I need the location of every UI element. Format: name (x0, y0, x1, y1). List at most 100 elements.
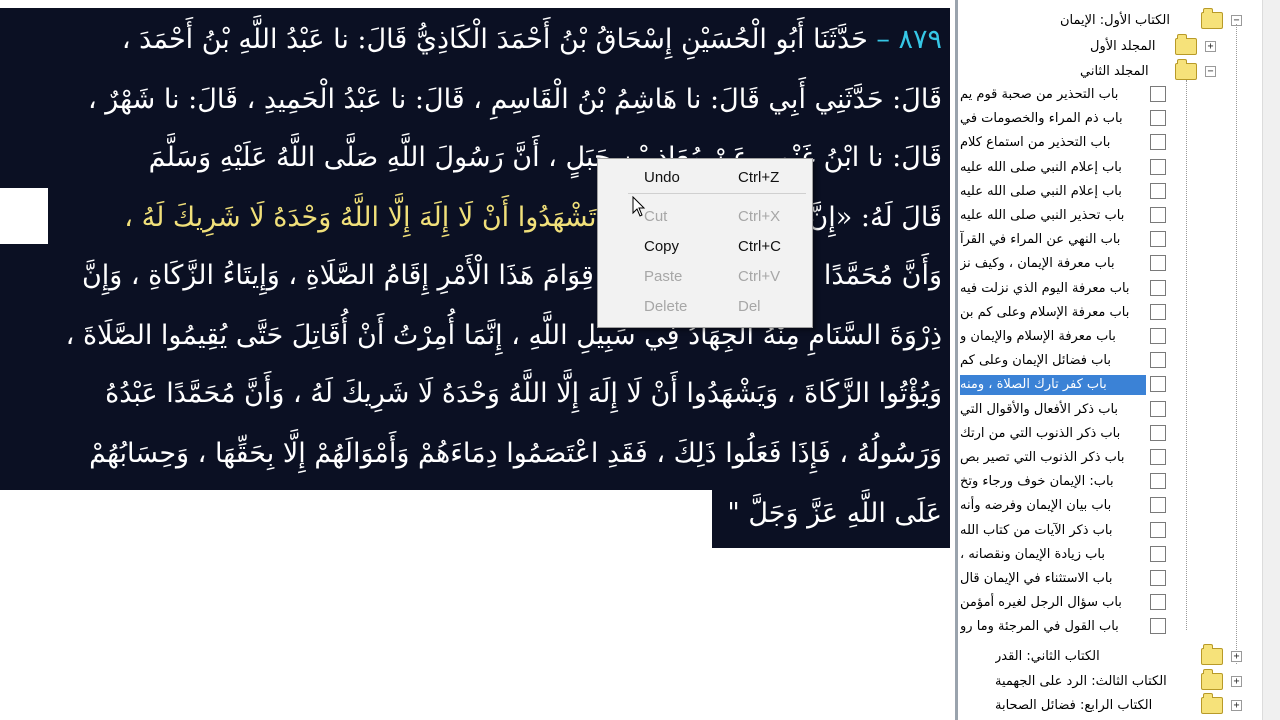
chapter-checkbox[interactable] (1150, 231, 1166, 248)
delete-menu-item[interactable]: Delete Del (598, 294, 812, 320)
tree-chapter-item[interactable]: باب معرفة الإيمان ، وكيف نز (955, 253, 1262, 275)
folder-icon (1201, 693, 1223, 714)
paste-shortcut: Ctrl+V (738, 268, 781, 285)
chapter-checkbox[interactable] (1150, 158, 1166, 175)
tree-chapter-item[interactable]: باب النهي عن المراء في القرآ (955, 229, 1262, 251)
tree-chapter-item[interactable]: باب الاستثناء في الإيمان قال (955, 568, 1262, 590)
hadith-text: قَالَ: حَدَّثَنِي أَبِي قَالَ: نا هَاشِم… (87, 84, 942, 115)
chapter-checkbox[interactable] (1150, 352, 1166, 369)
tree-volume-2[interactable]: المجلد الثاني − (955, 59, 1262, 83)
tree-chapter-label: باب ذم المراء والخصومات في (960, 111, 1123, 127)
cut-label: Cut (644, 208, 668, 225)
hadith-line: عَلَى اللَّهِ عَزَّ وَجَلَّ " (712, 486, 942, 542)
chapter-checkbox[interactable] (1150, 618, 1166, 635)
expand-icon[interactable]: + (1231, 651, 1242, 662)
hadith-text: عَلَى اللَّهِ عَزَّ وَجَلَّ " (727, 498, 942, 529)
tree-chapter-label: باب فضائل الإيمان وعلى كم (960, 353, 1111, 369)
tree-book-1-label: الكتاب الأول: الإيمان (1060, 13, 1170, 28)
undo-menu-item[interactable]: Undo Ctrl+Z (598, 165, 812, 191)
paste-menu-item[interactable]: Paste Ctrl+V (598, 264, 812, 290)
tree-volume-2-label: المجلد الثاني (1080, 64, 1149, 79)
tree-chapter-label: باب ذكر الأفعال والأقوال التي (960, 401, 1119, 417)
tree-chapter-item[interactable]: باب تحذير النبي صلى الله عليه (955, 205, 1262, 227)
chapter-checkbox[interactable] (1150, 279, 1166, 296)
tree-chapter-item[interactable]: باب التحذير من استماع كلام (955, 132, 1262, 154)
copy-label: Copy (644, 238, 680, 255)
tree-book-1[interactable]: الكتاب الأول: الإيمان − (955, 8, 1262, 32)
tree-book-3-label: الكتاب الثالث: الرد على الجهمية (995, 673, 1167, 689)
tree-chapter-item[interactable]: باب ذكر الآيات من كتاب الله (955, 520, 1262, 542)
tree-chapter-item[interactable]: باب معرفة اليوم الذي نزلت فيه (955, 278, 1262, 300)
hadith-line: وَرَسُولُهُ ، فَإِذَا فَعَلُوا ذَلِكَ ، … (8, 426, 942, 482)
hadith-line: قَالَ: حَدَّثَنِي أَبِي قَالَ: نا هَاشِم… (8, 72, 942, 128)
tree-book-4-label: الكتاب الرابع: فضائل الصحابة (995, 698, 1153, 713)
tree-chapter-label: باب معرفة اليوم الذي نزلت فيه (960, 280, 1130, 296)
hadith-text: وَرَسُولُهُ ، فَإِذَا فَعَلُوا ذَلِكَ ، … (89, 438, 942, 469)
tree-book-4[interactable]: الكتاب الرابع: فضائل الصحابة + (955, 693, 1262, 717)
tree-chapter-label: باب التحذير من استماع كلام (960, 135, 1111, 151)
chapter-checkbox[interactable] (1150, 207, 1166, 223)
tree-chapter-label: باب بيان الإيمان وفرضه وأنه (960, 498, 1112, 514)
tree-chapter-item[interactable]: باب ذم المراء والخصومات في (955, 108, 1262, 130)
tree-scrollbar[interactable] (1262, 0, 1280, 720)
tree-chapter-item[interactable]: باب إعلام النبي صلى الله عليه (955, 181, 1262, 203)
copy-menu-item[interactable]: Copy Ctrl+C (598, 234, 812, 260)
tree-chapter-item[interactable]: باب القول في المرجئة وما رو (955, 616, 1262, 638)
paste-label: Paste (644, 268, 683, 285)
tree-chapter-item[interactable]: باب معرفة الإسلام والإيمان و (955, 326, 1262, 348)
chapter-checkbox[interactable] (1150, 545, 1166, 562)
tree-volume-1-label: المجلد الأول (1090, 39, 1156, 54)
hadith-line: وَيُؤْتُوا الزَّكَاةَ ، وَيَشْهَدُوا أَن… (8, 366, 942, 422)
chapter-checkbox[interactable] (1150, 521, 1166, 538)
chapter-checkbox[interactable] (1150, 255, 1166, 272)
tree-book-2[interactable]: الكتاب الثاني: القدر + (955, 644, 1262, 668)
expand-icon[interactable]: + (1231, 675, 1242, 687)
hadith-text-pane[interactable]: ٨٧٩ – حَدَّثَنَا أَبُو الْحُسَيْنِ إِسْح… (0, 0, 950, 720)
chapter-checkbox[interactable] (1150, 424, 1166, 441)
expand-icon[interactable]: + (1205, 41, 1216, 52)
chapter-checkbox[interactable] (1150, 570, 1166, 586)
expand-icon[interactable]: + (1231, 700, 1242, 711)
tree-chapter-item[interactable]: باب معرفة الإسلام وعلى كم بن (955, 302, 1262, 324)
chapter-checkbox[interactable] (1150, 497, 1166, 514)
chapter-checkbox[interactable] (1150, 86, 1166, 102)
tree-chapter-item[interactable]: باب فضائل الإيمان وعلى كم (955, 350, 1262, 372)
tree-chapter-item[interactable]: باب التحذير من صحبة قوم يم (955, 84, 1262, 106)
folder-icon (1175, 34, 1197, 55)
tree-chapter-label: باب سؤال الرجل لغيره أمؤمن (960, 595, 1122, 611)
chapter-checkbox[interactable] (1150, 594, 1166, 611)
menu-separator (628, 193, 806, 194)
chapter-checkbox[interactable] (1150, 328, 1166, 344)
hadith-text: حَدَّثَنَا أَبُو الْحُسَيْنِ إِسْحَاقُ ب… (121, 24, 877, 55)
chapter-checkbox[interactable] (1150, 473, 1166, 490)
chapter-checkbox[interactable] (1150, 134, 1166, 151)
chapter-checkbox[interactable] (1150, 182, 1166, 199)
tree-chapter-item[interactable]: باب: الإيمان خوف ورجاء وتخ (955, 471, 1262, 493)
chapter-checkbox[interactable] (1150, 449, 1166, 465)
undo-shortcut: Ctrl+Z (738, 169, 780, 186)
tree-chapter-item[interactable]: باب بيان الإيمان وفرضه وأنه (955, 495, 1262, 517)
tree-chapter-item[interactable]: باب ذكر الأفعال والأقوال التي (955, 399, 1262, 421)
tree-chapter-label: باب معرفة الإسلام والإيمان و (960, 329, 1116, 344)
tree-chapter-item[interactable]: باب ذكر الذنوب التي تصير بص (955, 447, 1262, 469)
tree-chapter-item[interactable]: باب سؤال الرجل لغيره أمؤمن (955, 592, 1262, 614)
tree-chapter-label: باب التحذير من صحبة قوم يم (960, 87, 1119, 102)
tree-chapter-label: باب إعلام النبي صلى الله عليه (960, 183, 1122, 199)
tree-volume-1[interactable]: المجلد الأول + (955, 34, 1262, 58)
cut-menu-item[interactable]: Cut Ctrl+X (598, 204, 812, 230)
tree-chapter-item[interactable]: باب زيادة الإيمان ونقصانه ، (955, 544, 1262, 566)
tree-chapter-label: باب ذكر الآيات من كتاب الله (960, 522, 1113, 538)
tree-chapter-label: باب تحذير النبي صلى الله عليه (960, 208, 1125, 223)
tree-chapter-item[interactable]: باب ذكر الذنوب التي من ارتك (955, 423, 1262, 445)
tree-chapter-item[interactable]: باب إعلام النبي صلى الله عليه (955, 157, 1262, 179)
folder-icon (1201, 668, 1223, 690)
tree-chapter-label: باب القول في المرجئة وما رو (960, 619, 1119, 635)
tree-chapter-item[interactable]: باب كفر تارك الصلاة ، ومنه (955, 374, 1262, 396)
tree-book-3[interactable]: الكتاب الثالث: الرد على الجهمية + (955, 668, 1262, 693)
collapse-icon[interactable]: − (1205, 66, 1216, 77)
chapter-checkbox[interactable] (1150, 303, 1166, 320)
chapter-checkbox[interactable] (1150, 400, 1166, 417)
chapter-checkbox[interactable] (1150, 110, 1166, 127)
tree-chapter-label: باب النهي عن المراء في القرآ (960, 232, 1121, 248)
chapter-checkbox[interactable] (1150, 376, 1166, 393)
